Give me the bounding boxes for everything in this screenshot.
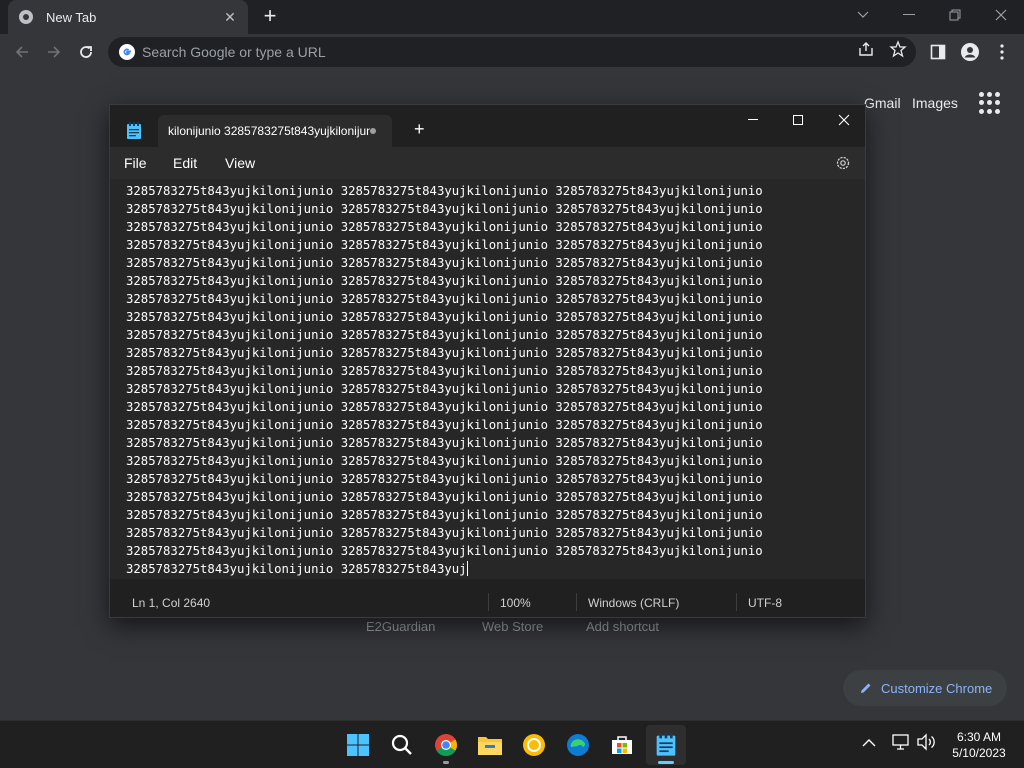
text-line: 3285783275t843yujkilonijunio 3285783275t… xyxy=(126,328,763,342)
text-line: 3285783275t843yujkilonijunio 3285783275t… xyxy=(126,238,763,252)
notepad-text-area[interactable]: 3285783275t843yujkilonijunio 3285783275t… xyxy=(110,179,865,579)
text-line: 3285783275t843yujkilonijunio 3285783275t… xyxy=(126,274,763,288)
text-line: 3285783275t843yujkilonijunio 3285783275t… xyxy=(126,202,763,216)
notepad-titlebar[interactable]: kilonijunio 3285783275t843yujkilonijunio… xyxy=(110,105,865,147)
store-icon[interactable] xyxy=(602,725,642,765)
side-panel-icon[interactable] xyxy=(926,40,950,64)
restore-icon[interactable] xyxy=(932,0,978,30)
running-indicator xyxy=(443,761,449,764)
text-line: 3285783275t843yujkilonijunio 3285783275t… xyxy=(126,436,763,450)
omnibox-input[interactable] xyxy=(142,44,916,60)
omnibox[interactable] xyxy=(108,37,916,67)
text-line: 3285783275t843yujkilonijunio 3285783275t… xyxy=(126,526,763,540)
notepad-menubar: File Edit View xyxy=(110,147,865,179)
unsaved-indicator-icon[interactable] xyxy=(370,128,376,134)
text-line: 3285783275t843yujkilonijunio 3285783275t… xyxy=(126,382,763,396)
tab-search-chevron-icon[interactable] xyxy=(840,0,886,30)
taskbar: 6:30 AM 5/10/2023 xyxy=(0,720,1024,768)
notepad-window: kilonijunio 3285783275t843yujkilonijunio… xyxy=(109,104,866,618)
share-icon[interactable] xyxy=(857,40,875,58)
text-caret xyxy=(466,561,468,576)
forward-icon[interactable] xyxy=(42,40,66,64)
menu-edit[interactable]: Edit xyxy=(173,155,197,171)
text-line: 3285783275t843yujkilonijunio 3285783275t… xyxy=(126,256,763,270)
shortcut-add[interactable]: Add shortcut xyxy=(586,619,659,634)
text-line: 3285783275t843yujkilonijunio 3285783275t… xyxy=(126,418,763,432)
browser-toolbar xyxy=(0,34,1024,70)
text-line: 3285783275t843yujkilonijunio 3285783275t… xyxy=(126,454,763,468)
menu-view[interactable]: View xyxy=(225,155,255,171)
search-icon[interactable] xyxy=(382,725,422,765)
bookmark-star-icon[interactable] xyxy=(889,40,907,58)
text-line: 3285783275t843yujkilonijunio 3285783275t… xyxy=(126,220,763,234)
notepad-document-tab[interactable]: kilonijunio 3285783275t843yujkilonijunio xyxy=(158,115,392,147)
notepad-close-icon[interactable] xyxy=(821,105,867,135)
text-line: 3285783275t843yujkilonijunio 3285783275t… xyxy=(126,310,763,324)
chevron-up-icon[interactable] xyxy=(862,738,876,748)
text-line: 3285783275t843yujkilonijunio 3285783275t… xyxy=(126,490,763,504)
google-g-icon xyxy=(119,44,135,60)
notepad-minimize-icon[interactable] xyxy=(730,105,776,135)
back-icon[interactable] xyxy=(10,40,34,64)
images-link[interactable]: Images xyxy=(912,95,958,111)
text-line: 3285783275t843yujkilonijunio 3285783275t… xyxy=(126,472,763,486)
sticky-app-icon[interactable] xyxy=(514,725,554,765)
file-explorer-icon[interactable] xyxy=(470,725,510,765)
customize-chrome-button[interactable]: Customize Chrome xyxy=(843,670,1007,706)
browser-tab-strip: New Tab ✕ + xyxy=(0,0,1024,34)
shortcut-web-store[interactable]: Web Store xyxy=(482,619,543,634)
text-line-last-content: 3285783275t843yujkilonijunio 3285783275t… xyxy=(126,562,467,576)
tab-close-icon[interactable]: ✕ xyxy=(222,9,238,26)
start-icon[interactable] xyxy=(338,725,378,765)
google-apps-icon[interactable] xyxy=(979,92,1001,114)
volume-icon[interactable] xyxy=(916,733,936,751)
minimize-icon[interactable] xyxy=(886,0,932,30)
reload-icon[interactable] xyxy=(74,40,98,64)
shortcut-e2guardian[interactable]: E2Guardian xyxy=(366,619,435,634)
clock-date: 5/10/2023 xyxy=(952,746,1006,760)
profile-avatar-icon[interactable] xyxy=(958,40,982,64)
status-divider xyxy=(736,593,737,611)
notepad-new-tab-button[interactable]: + xyxy=(414,119,425,140)
close-window-icon[interactable] xyxy=(978,0,1024,30)
system-clock[interactable]: 6:30 AM 5/10/2023 xyxy=(944,729,1014,761)
settings-gear-icon[interactable] xyxy=(835,155,851,171)
gmail-link[interactable]: Gmail xyxy=(864,95,901,111)
text-line: 3285783275t843yujkilonijunio 3285783275t… xyxy=(126,508,763,522)
text-line: 3285783275t843yujkilonijunio 3285783275t… xyxy=(126,346,763,360)
customize-chrome-label: Customize Chrome xyxy=(881,680,993,696)
chrome-favicon-icon xyxy=(19,10,33,24)
kebab-menu-icon[interactable] xyxy=(990,40,1014,64)
text-line-last: 3285783275t843yujkilonijunio 3285783275t… xyxy=(126,560,865,578)
clock-time: 6:30 AM xyxy=(956,730,1002,744)
menu-file[interactable]: File xyxy=(124,155,147,171)
new-tab-button[interactable]: + xyxy=(258,4,282,28)
tab-title: New Tab xyxy=(46,9,97,25)
network-icon[interactable] xyxy=(892,733,910,751)
pencil-icon xyxy=(861,683,871,693)
line-ending[interactable]: Windows (CRLF) xyxy=(588,596,679,610)
encoding[interactable]: UTF-8 xyxy=(748,596,782,610)
notepad-maximize-icon[interactable] xyxy=(775,105,821,135)
text-line: 3285783275t843yujkilonijunio 3285783275t… xyxy=(126,184,763,198)
text-line: 3285783275t843yujkilonijunio 3285783275t… xyxy=(126,400,763,414)
text-line: 3285783275t843yujkilonijunio 3285783275t… xyxy=(126,544,763,558)
status-divider xyxy=(488,593,489,611)
zoom-level[interactable]: 100% xyxy=(500,596,531,610)
text-line: 3285783275t843yujkilonijunio 3285783275t… xyxy=(126,364,763,378)
notepad-taskbar-icon[interactable] xyxy=(646,725,686,765)
chrome-icon[interactable] xyxy=(426,725,466,765)
notepad-app-icon xyxy=(127,122,141,139)
text-line: 3285783275t843yujkilonijunio 3285783275t… xyxy=(126,292,763,306)
notepad-status-bar: Ln 1, Col 2640 100% Windows (CRLF) UTF-8 xyxy=(110,587,865,617)
cursor-position: Ln 1, Col 2640 xyxy=(132,596,211,610)
edge-icon[interactable] xyxy=(558,725,598,765)
notepad-tab-title: kilonijunio 3285783275t843yujkilonijunio xyxy=(168,124,370,138)
running-indicator xyxy=(658,761,674,764)
tab-new-tab[interactable]: New Tab ✕ xyxy=(8,0,248,34)
status-divider xyxy=(576,593,577,611)
